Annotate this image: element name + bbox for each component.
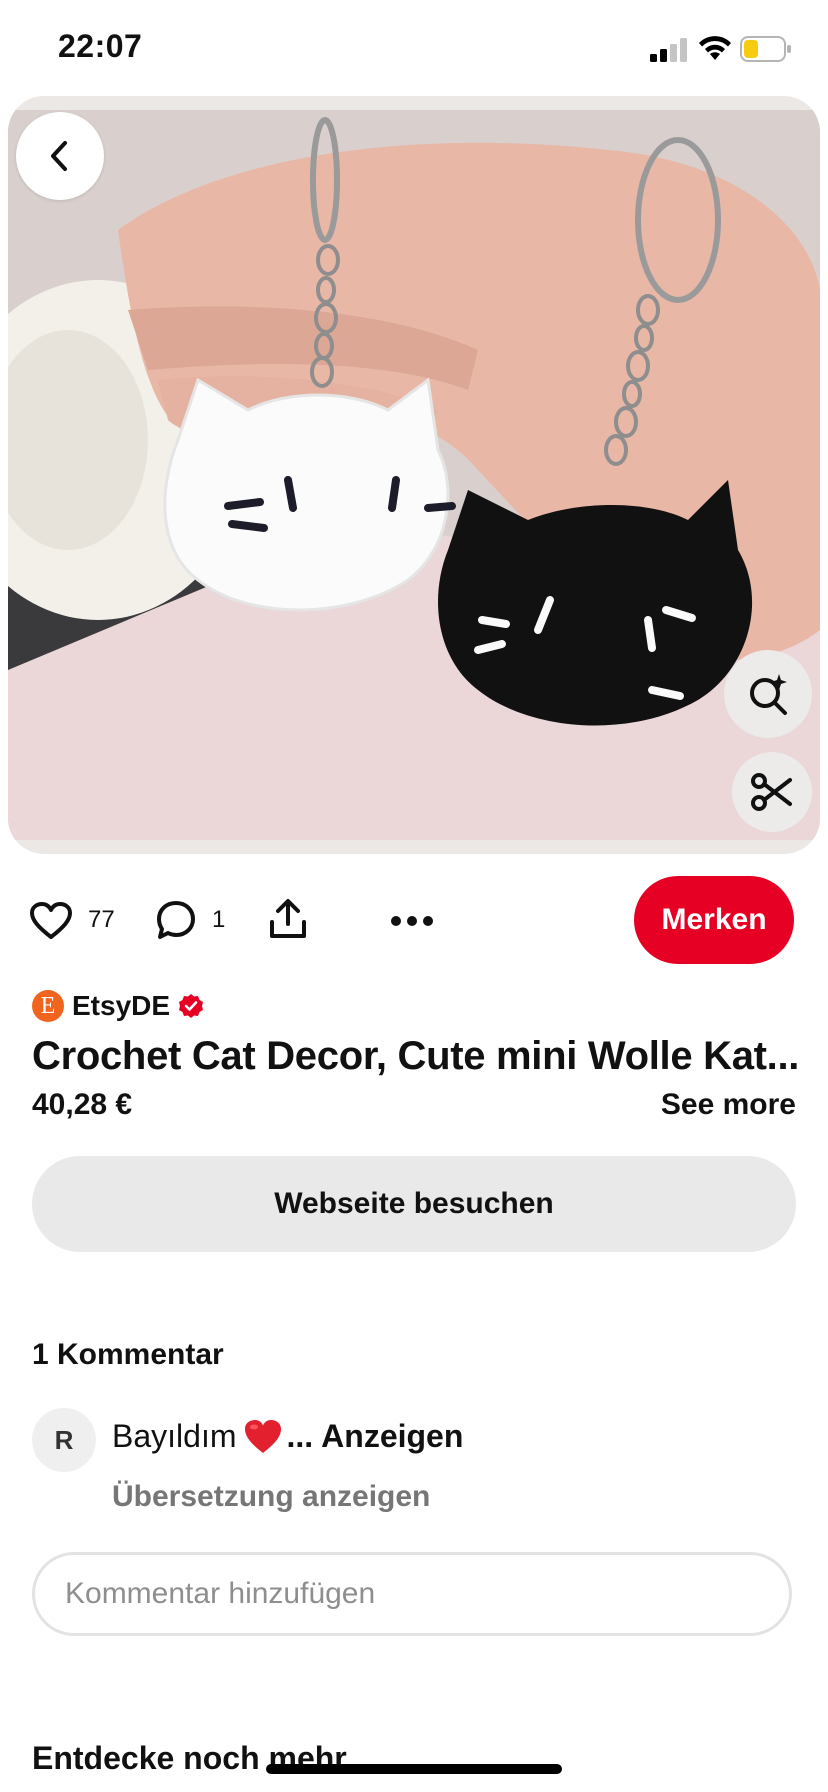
home-indicator[interactable] bbox=[266, 1764, 562, 1774]
status-time: 22:07 bbox=[58, 28, 143, 64]
more-options-icon[interactable] bbox=[390, 914, 434, 928]
product-price: 40,28 € bbox=[32, 1088, 133, 1121]
heart-icon[interactable] bbox=[30, 902, 72, 940]
source-avatar: E bbox=[32, 990, 64, 1022]
chevron-left-icon bbox=[51, 141, 67, 171]
cellular-signal-icon bbox=[650, 38, 687, 62]
add-comment-input[interactable] bbox=[32, 1552, 792, 1636]
show-comment-link[interactable]: Anzeigen bbox=[321, 1418, 463, 1455]
status-bar: 22:07 bbox=[0, 0, 828, 96]
wifi-icon bbox=[699, 36, 731, 60]
show-translation-link[interactable]: Übersetzung anzeigen bbox=[112, 1480, 430, 1514]
like-count: 77 bbox=[88, 906, 115, 933]
visual-search-icon bbox=[750, 674, 787, 715]
source-name[interactable]: EtsyDE bbox=[72, 990, 170, 1022]
back-button[interactable] bbox=[16, 112, 104, 200]
verified-badge-icon bbox=[179, 994, 204, 1018]
comment-count: 1 bbox=[212, 906, 226, 933]
pin-source[interactable]: E EtsyDE bbox=[32, 988, 204, 1024]
pin-action-row: 77 1 Merken bbox=[0, 876, 828, 966]
comments-heading: 1 Kommentar bbox=[32, 1338, 224, 1371]
visit-website-button[interactable]: Webseite besuchen bbox=[32, 1156, 796, 1252]
comment-text: Bayıldım bbox=[112, 1418, 237, 1454]
comment-icon[interactable] bbox=[156, 900, 196, 940]
save-button[interactable]: Merken bbox=[634, 876, 794, 964]
pin-image-card[interactable] bbox=[8, 96, 820, 854]
red-heart-emoji-icon bbox=[245, 1419, 282, 1453]
crochet-cat-keychains-photo bbox=[8, 110, 820, 840]
see-more-link[interactable]: See more bbox=[661, 1088, 796, 1122]
visual-search-button[interactable] bbox=[724, 650, 812, 738]
pin-title: Crochet Cat Decor, Cute mini Wolle Kat..… bbox=[32, 1034, 800, 1078]
comment-ellipsis: ... bbox=[286, 1418, 314, 1454]
share-icon[interactable] bbox=[268, 898, 308, 940]
scissors-icon bbox=[751, 773, 792, 811]
cutout-button[interactable] bbox=[732, 752, 812, 832]
avatar[interactable]: R bbox=[32, 1408, 96, 1472]
comment-item: Bayıldım ... Anzeigen bbox=[112, 1418, 463, 1455]
battery-icon bbox=[740, 36, 791, 62]
